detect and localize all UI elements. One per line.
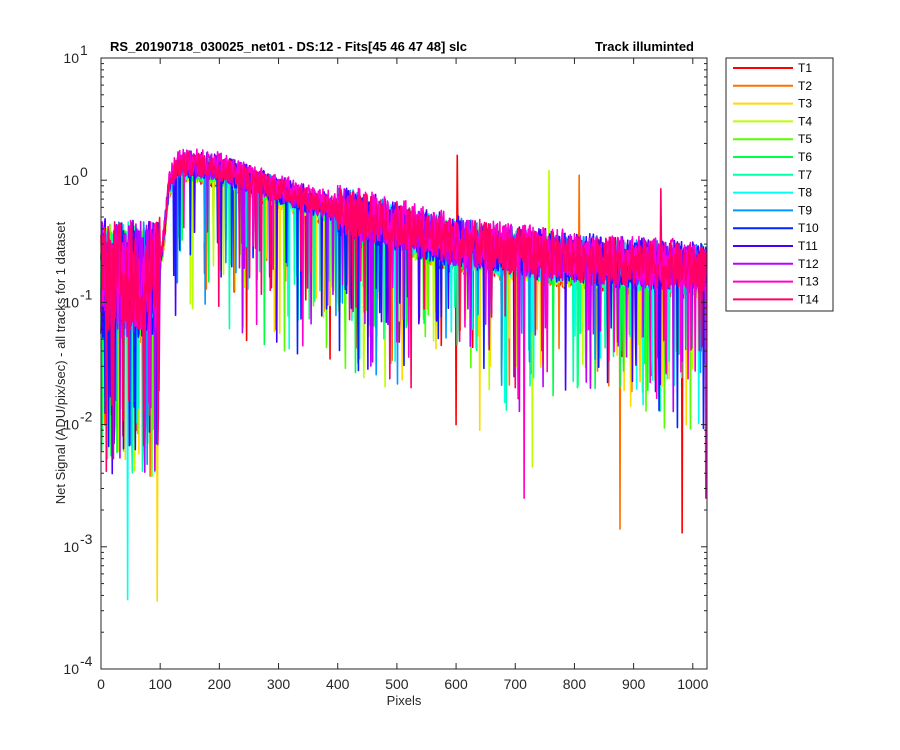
x-tick-label: 200 bbox=[208, 676, 232, 692]
x-tick-label: 300 bbox=[267, 676, 291, 692]
x-tick-label: 900 bbox=[622, 676, 646, 692]
x-tick-label: 700 bbox=[504, 676, 528, 692]
legend-label: T13 bbox=[798, 275, 819, 289]
x-tick-label: 600 bbox=[444, 676, 468, 692]
legend-label: T4 bbox=[798, 114, 812, 128]
chart-title-left: RS_20190718_030025_net01 - DS:12 - Fits[… bbox=[110, 39, 467, 54]
legend: T1 T2 T3 T4 T5 T6 T7 T8 T9 T10 T11 T12 T13 T14 bbox=[725, 57, 834, 312]
line-chart: 0 100 200 300 400 500 600 700 800 900 1000 10 -410-… bbox=[0, 0, 900, 750]
legend-label: T1 bbox=[798, 61, 812, 75]
legend-label: T2 bbox=[798, 79, 812, 93]
y-tick-exponent: -3 bbox=[80, 531, 93, 547]
x-tick-label: 100 bbox=[149, 676, 173, 692]
y-axis-label: Net Signal (ADU/pix/sec) - all tracks fo… bbox=[53, 221, 68, 504]
y-tick-exponent: -4 bbox=[80, 653, 93, 669]
y-tick-exponent: -2 bbox=[80, 409, 93, 425]
legend-label: T5 bbox=[798, 132, 812, 146]
legend-box bbox=[725, 57, 834, 312]
chart-title-right: Track illuminted bbox=[595, 39, 694, 54]
legend-label: T10 bbox=[798, 221, 819, 235]
legend-label: T7 bbox=[798, 168, 812, 182]
legend-label: T6 bbox=[798, 150, 812, 164]
y-tick-label: 10 bbox=[63, 661, 79, 677]
x-tick-label: 800 bbox=[563, 676, 587, 692]
legend-label: T12 bbox=[798, 257, 819, 271]
legend-label: T8 bbox=[798, 186, 812, 200]
x-axis-label: Pixels bbox=[387, 693, 422, 708]
figure: 0 100 200 300 400 500 600 700 800 900 1000 10 -4 10-… bbox=[0, 0, 900, 750]
x-tick-label: 1000 bbox=[677, 676, 708, 692]
y-tick-exponent: 1 bbox=[80, 42, 88, 58]
legend-label: T11 bbox=[798, 239, 818, 253]
x-tick-label: 400 bbox=[326, 676, 350, 692]
x-tick-label: 0 bbox=[97, 676, 105, 692]
legend-label: T3 bbox=[798, 97, 812, 111]
y-tick-exponent: 0 bbox=[80, 164, 88, 180]
legend-label: T9 bbox=[798, 203, 812, 217]
y-tick-label: 10 bbox=[63, 172, 79, 188]
y-tick-label: 10 bbox=[63, 50, 79, 66]
x-tick-label: 500 bbox=[385, 676, 409, 692]
y-tick-label: 10 bbox=[63, 539, 79, 555]
y-tick-exponent: -1 bbox=[80, 286, 93, 302]
legend-label: T14 bbox=[798, 292, 819, 306]
